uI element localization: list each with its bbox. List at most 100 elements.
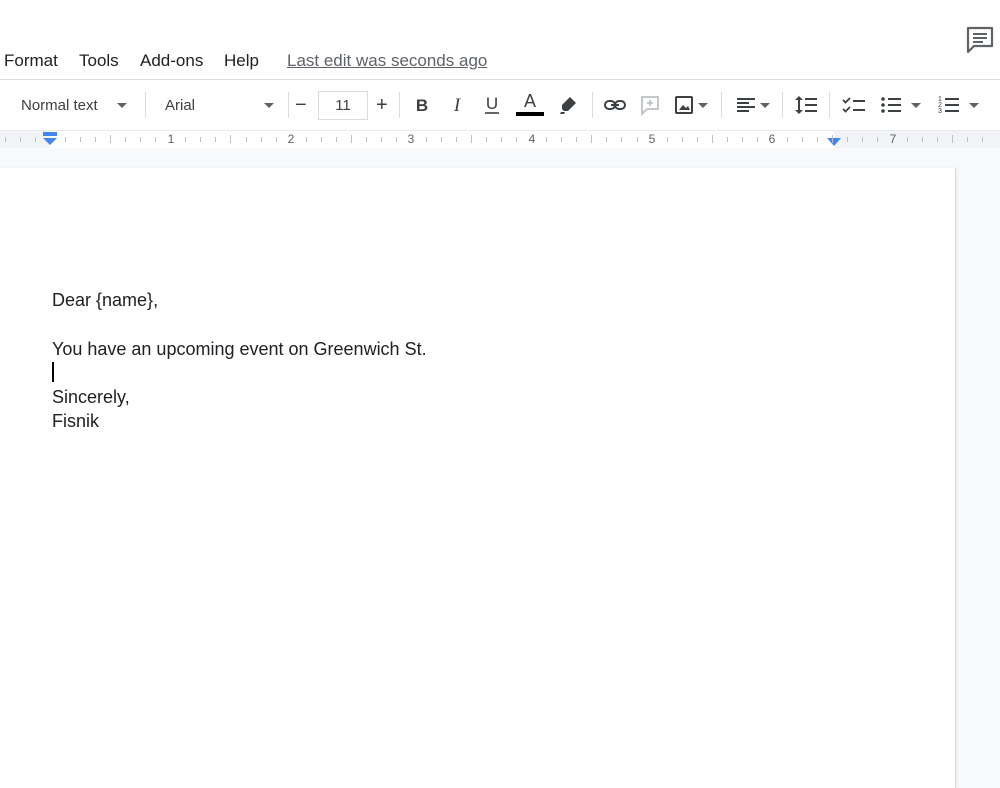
ruler-number: 1	[167, 132, 175, 146]
ruler-tick	[441, 137, 442, 142]
highlighter-icon	[560, 97, 576, 114]
ruler-tick	[801, 137, 803, 142]
doc-line-greeting[interactable]: Dear {name},	[52, 290, 158, 311]
toolbar-divider	[145, 92, 146, 118]
ruler-tick	[335, 137, 337, 142]
decrease-font-size-button[interactable]: −	[295, 80, 307, 130]
ruler-tick	[516, 137, 518, 142]
ruler-tick	[395, 137, 397, 142]
ruler-tick	[561, 137, 563, 142]
add-comment-button[interactable]	[639, 80, 661, 130]
font-family-label: Arial	[165, 96, 196, 114]
text-color-icon: A	[516, 91, 544, 116]
last-edit-link[interactable]: Last edit was seconds ago	[287, 51, 487, 71]
checklist-button[interactable]	[842, 80, 866, 130]
ruler-tick	[756, 137, 758, 142]
toolbar-divider	[288, 92, 289, 118]
ruler-tick	[4, 137, 6, 142]
toolbar: Normal text Arial − + B I U A 1 2 3	[0, 80, 1000, 130]
line-spacing-button[interactable]	[794, 80, 818, 130]
ruler-tick	[19, 137, 21, 142]
svg-text:I: I	[453, 95, 462, 115]
ruler: 1 2 3 4 5 6 7	[0, 130, 1000, 148]
ruler-tick	[576, 137, 578, 142]
document-canvas: Dear {name}, You have an upcoming event …	[0, 148, 1000, 788]
doc-line-signature[interactable]: Fisnik	[52, 411, 99, 432]
ruler-tick	[711, 135, 713, 143]
ruler-tick	[982, 137, 984, 142]
ruler-tick	[245, 137, 247, 142]
menu-format[interactable]: Format	[4, 51, 58, 71]
menu-add-ons[interactable]: Add-ons	[140, 51, 203, 71]
insert-image-dropdown[interactable]	[673, 80, 711, 130]
menu-bar: Format Tools Add-ons Help Last edit was …	[0, 0, 1000, 80]
link-icon	[604, 100, 626, 110]
ruler-number: 5	[648, 132, 656, 146]
ruler-tick	[922, 137, 924, 142]
ruler-tick	[65, 137, 66, 142]
left-indent-marker[interactable]	[42, 132, 58, 146]
bulleted-list-dropdown[interactable]	[880, 80, 924, 130]
ruler-tick	[726, 137, 728, 142]
right-indent-marker[interactable]	[826, 138, 842, 147]
svg-text:B: B	[416, 96, 428, 115]
font-size-input[interactable]: 11	[318, 91, 368, 120]
ruler-tick	[456, 137, 457, 142]
increase-font-size-button[interactable]: +	[376, 80, 388, 130]
align-dropdown[interactable]	[735, 80, 773, 130]
highlight-color-button[interactable]	[557, 80, 579, 130]
ruler-tick	[365, 137, 367, 142]
ruler-number: 6	[768, 132, 776, 146]
bold-button[interactable]: B	[412, 80, 432, 130]
document-page[interactable]: Dear {name}, You have an upcoming event …	[0, 168, 956, 788]
menu-tools[interactable]: Tools	[79, 51, 119, 71]
ruler-tick	[380, 137, 382, 142]
caret-down-icon	[698, 103, 708, 108]
ruler-margin-right	[834, 131, 1000, 148]
paragraph-style-dropdown[interactable]: Normal text	[21, 80, 132, 130]
toolbar-divider	[782, 92, 783, 118]
numbered-list-dropdown[interactable]: 123	[938, 80, 982, 130]
underline-button[interactable]: U	[482, 80, 502, 130]
ruler-tick	[606, 137, 608, 142]
ruler-tick	[666, 137, 668, 142]
comment-button[interactable]	[964, 24, 996, 56]
doc-line-body[interactable]: You have an upcoming event on Greenwich …	[52, 339, 427, 360]
caret-down-icon	[969, 103, 979, 108]
doc-line-closing[interactable]: Sincerely,	[52, 387, 130, 408]
ruler-tick	[350, 135, 352, 143]
toolbar-divider	[592, 92, 593, 118]
ruler-tick	[907, 137, 909, 142]
svg-text:A: A	[524, 91, 536, 111]
ruler-tick	[320, 137, 322, 142]
ruler-tick	[681, 137, 683, 142]
text-color-button[interactable]: A	[515, 80, 545, 130]
font-family-dropdown[interactable]: Arial	[165, 80, 279, 130]
ruler-tick	[546, 137, 548, 142]
ruler-tick	[847, 137, 848, 142]
ruler-number: 4	[528, 132, 536, 146]
ruler-tick	[862, 137, 863, 142]
ruler-tick	[35, 137, 36, 142]
ruler-tick	[636, 137, 638, 142]
comment-icon	[966, 26, 994, 54]
ruler-number: 2	[287, 132, 295, 146]
caret-down-icon	[911, 103, 921, 108]
toolbar-divider	[399, 92, 400, 118]
svg-text:U: U	[486, 94, 498, 113]
ruler-number: 7	[889, 132, 897, 146]
ruler-tick	[140, 137, 142, 142]
menu-help[interactable]: Help	[224, 51, 259, 71]
ruler-tick	[696, 137, 698, 142]
insert-link-button[interactable]	[603, 80, 627, 130]
ruler-tick	[741, 137, 743, 142]
ruler-tick	[125, 137, 127, 142]
ruler-tick	[95, 137, 97, 142]
italic-button[interactable]: I	[447, 80, 467, 130]
ruler-tick	[471, 135, 473, 143]
toolbar-divider	[829, 92, 830, 118]
text-cursor	[52, 362, 54, 382]
ruler-tick	[967, 137, 969, 142]
svg-text:3: 3	[938, 108, 942, 115]
ruler-tick	[80, 137, 82, 142]
